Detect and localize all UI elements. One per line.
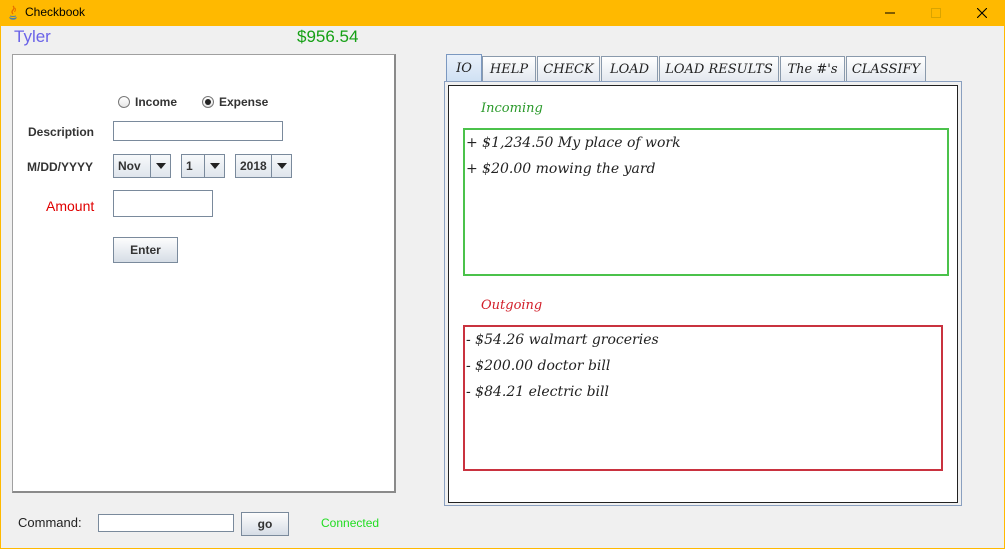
enter-button[interactable]: Enter <box>113 237 178 263</box>
account-balance: $956.54 <box>297 27 359 46</box>
tab-help[interactable]: HELP <box>482 56 536 82</box>
tab-classify[interactable]: CLASSIFY <box>846 56 926 82</box>
list-item[interactable]: + $1,234.50 My place of work <box>465 130 947 156</box>
month-select[interactable]: Nov <box>113 154 171 178</box>
command-label: Command: <box>18 515 82 530</box>
user-name: Tyler <box>14 27 51 46</box>
expense-radio-label: Expense <box>219 95 269 109</box>
list-item[interactable]: - $84.21 electric bill <box>465 379 941 405</box>
day-select[interactable]: 1 <box>181 154 225 178</box>
day-select-value: 1 <box>186 159 193 173</box>
description-field[interactable] <box>113 121 283 141</box>
chevron-down-icon[interactable] <box>271 155 291 177</box>
income-radio-circle[interactable] <box>118 96 130 108</box>
tab-check[interactable]: CHECK <box>537 56 600 82</box>
io-content: Incoming + $1,234.50 My place of work + … <box>448 85 958 503</box>
minimize-icon <box>885 12 895 14</box>
tab-load[interactable]: LOAD <box>601 56 658 82</box>
expense-radio-circle[interactable] <box>202 96 214 108</box>
chevron-down-icon[interactable] <box>204 155 224 177</box>
income-radio[interactable]: Income <box>118 95 177 109</box>
outgoing-list[interactable]: - $54.26 walmart groceries - $200.00 doc… <box>463 325 943 471</box>
outgoing-label: Outgoing <box>481 298 543 313</box>
tab-numbers[interactable]: The #'s <box>780 56 845 82</box>
year-select-value: 2018 <box>240 159 267 173</box>
connection-status: Connected <box>321 516 380 530</box>
close-button[interactable] <box>959 0 1005 26</box>
go-button[interactable]: go <box>241 512 289 536</box>
description-label: Description <box>28 125 95 139</box>
incoming-label: Incoming <box>481 101 543 116</box>
maximize-button[interactable] <box>913 0 959 26</box>
close-icon <box>977 8 987 18</box>
window-title: Checkbook <box>25 5 86 19</box>
tab-load-results[interactable]: LOAD RESULTS <box>659 56 779 82</box>
list-item[interactable]: + $20.00 mowing the yard <box>465 156 947 182</box>
list-item[interactable]: - $54.26 walmart groceries <box>465 327 941 353</box>
command-input[interactable] <box>98 514 234 532</box>
tab-io[interactable]: IO <box>446 54 482 82</box>
title-bar[interactable]: Checkbook <box>0 0 1005 26</box>
amount-field[interactable] <box>113 190 213 217</box>
list-item[interactable]: - $200.00 doctor bill <box>465 353 941 379</box>
incoming-list[interactable]: + $1,234.50 My place of work + $20.00 mo… <box>463 128 949 276</box>
amount-label: Amount <box>46 198 95 214</box>
chevron-down-icon[interactable] <box>150 155 170 177</box>
window-frame-left <box>0 26 1 549</box>
income-radio-label: Income <box>135 95 178 109</box>
date-format-label: M/DD/YYYY <box>27 160 94 174</box>
maximize-icon <box>931 8 941 18</box>
transaction-form-panel: Income Expense Description M/DD/YYYY Nov… <box>12 54 396 493</box>
year-select[interactable]: 2018 <box>235 154 292 178</box>
io-tab-panel: Incoming + $1,234.50 My place of work + … <box>444 81 962 506</box>
expense-radio[interactable]: Expense <box>202 95 268 109</box>
minimize-button[interactable] <box>867 0 913 26</box>
java-app-icon <box>6 5 20 21</box>
month-select-value: Nov <box>118 159 141 173</box>
